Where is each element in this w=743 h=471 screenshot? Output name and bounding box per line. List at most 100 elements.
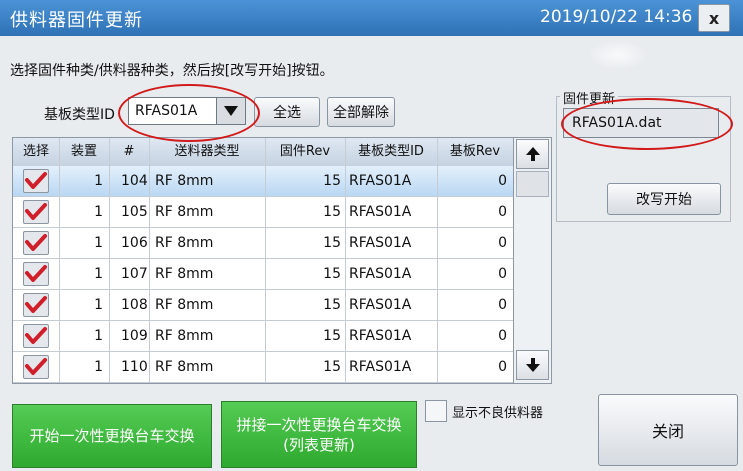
cell-device: 1 (94, 359, 103, 375)
cell-fw-rev: 15 (323, 359, 341, 375)
column-divider (109, 138, 110, 383)
column-header: 送料器类型 (174, 144, 240, 159)
scrollbar-thumb[interactable] (516, 171, 549, 197)
row-select-checkbox[interactable] (23, 200, 49, 224)
close-window-button[interactable]: x (698, 4, 730, 32)
column-header: 装置 (70, 144, 97, 159)
table-row[interactable]: 1 104 RF 8mm 15 RFAS01A 0 (13, 166, 513, 197)
cell-feeder-type: RF 8mm (155, 328, 214, 344)
checkmark-icon (25, 234, 47, 251)
table-row[interactable]: 1 107 RF 8mm 15 RFAS01A 0 (13, 259, 513, 290)
cell-num: 104 (121, 173, 148, 189)
firmware-update-label: 固件更新 (560, 88, 619, 107)
table-scrollbar[interactable] (513, 138, 551, 383)
cell-fw-rev: 15 (323, 204, 341, 220)
cell-num: 108 (121, 297, 148, 313)
board-type-value: RFAS01A (135, 103, 198, 119)
cell-device: 1 (94, 235, 103, 251)
cell-board-id: RFAS01A (349, 328, 412, 344)
splice-bulk-exchange-button[interactable]: 拼接一次性更换台车交换 (列表更新) (221, 401, 417, 468)
column-divider (345, 138, 346, 383)
column-divider (437, 138, 438, 383)
table-row[interactable]: 1 108 RF 8mm 15 RFAS01A 0 (13, 290, 513, 321)
show-bad-feeders-checkbox[interactable] (425, 400, 447, 422)
start-bulk-exchange-button[interactable]: 开始一次性更换台车交换 (12, 404, 212, 468)
cell-feeder-type: RF 8mm (155, 204, 214, 220)
feeder-table: 选择 装置 # 送料器类型 固件Rev 基板类型ID 基板Rev 1 104 RF … (12, 137, 552, 384)
checkmark-icon (25, 265, 47, 282)
cell-board-rev: 0 (498, 297, 507, 313)
row-select-checkbox[interactable] (23, 169, 49, 193)
checkmark-icon (25, 358, 47, 375)
cell-board-rev: 0 (498, 204, 507, 220)
table-row[interactable]: 1 109 RF 8mm 15 RFAS01A 0 (13, 321, 513, 352)
cell-board-id: RFAS01A (349, 173, 412, 189)
close-icon: x (708, 8, 720, 28)
cell-fw-rev: 15 (323, 266, 341, 282)
checkmark-icon (25, 203, 47, 220)
cell-board-rev: 0 (498, 328, 507, 344)
arrow-down-icon[interactable] (516, 350, 549, 380)
cell-feeder-type: RF 8mm (155, 359, 214, 375)
cell-feeder-type: RF 8mm (155, 297, 214, 313)
column-header: 固件Rev (279, 144, 331, 159)
cell-device: 1 (94, 173, 103, 189)
datetime-display: 2019/10/22 14:36 (540, 7, 693, 27)
column-header: 选择 (22, 144, 49, 159)
cell-feeder-type: RF 8mm (155, 235, 214, 251)
window-title: 供料器固件更新 (10, 10, 143, 31)
cell-device: 1 (94, 328, 103, 344)
triangle-down-icon[interactable] (216, 98, 245, 124)
column-divider (149, 138, 150, 383)
cell-device: 1 (94, 266, 103, 282)
instruction-text: 选择固件种类/供料器种类，然后按[改写开始]按钮。 (10, 63, 334, 79)
column-header: 基板Rev (449, 144, 501, 159)
table-row[interactable]: 1 105 RF 8mm 15 RFAS01A 0 (13, 197, 513, 228)
checkmark-icon (25, 296, 47, 313)
column-header: # (123, 144, 135, 159)
cell-fw-rev: 15 (323, 173, 341, 189)
column-header: 基板类型ID (358, 144, 424, 159)
cell-num: 105 (121, 204, 148, 220)
rewrite-start-button[interactable]: 改写开始 (607, 183, 721, 215)
row-select-checkbox[interactable] (23, 231, 49, 255)
cell-feeder-type: RF 8mm (155, 266, 214, 282)
row-select-checkbox[interactable] (23, 293, 49, 317)
cell-board-id: RFAS01A (349, 235, 412, 251)
table-header: 选择 装置 # 送料器类型 固件Rev 基板类型ID 基板Rev (13, 138, 513, 167)
cell-num: 107 (121, 266, 148, 282)
cell-board-id: RFAS01A (349, 297, 412, 313)
cell-fw-rev: 15 (323, 328, 341, 344)
cell-board-rev: 0 (498, 235, 507, 251)
board-type-label: 基板类型ID (44, 107, 115, 123)
row-select-checkbox[interactable] (23, 355, 49, 379)
title-bar: 供料器固件更新 2019/10/22 14:36 x (0, 0, 743, 36)
select-all-button[interactable]: 全选 (254, 97, 320, 127)
cell-num: 110 (121, 359, 148, 375)
cell-board-rev: 0 (498, 359, 507, 375)
table-row[interactable]: 1 106 RF 8mm 15 RFAS01A 0 (13, 228, 513, 259)
cell-fw-rev: 15 (323, 235, 341, 251)
close-button[interactable]: 关闭 (598, 394, 738, 466)
cell-num: 109 (121, 328, 148, 344)
cell-board-id: RFAS01A (349, 204, 412, 220)
show-bad-feeders-label: 显示不良供料器 (452, 406, 544, 421)
table-row[interactable]: 1 110 RF 8mm 15 RFAS01A 0 (13, 352, 513, 383)
cell-board-rev: 0 (498, 266, 507, 282)
cell-device: 1 (94, 204, 103, 220)
cell-board-id: RFAS01A (349, 359, 412, 375)
checkmark-icon (25, 172, 47, 189)
firmware-file-field[interactable]: RFAS01A.dat (563, 108, 719, 138)
deselect-all-button[interactable]: 全部解除 (327, 97, 395, 127)
board-type-select[interactable]: RFAS01A (128, 97, 246, 125)
column-divider (59, 138, 60, 383)
row-select-checkbox[interactable] (23, 262, 49, 286)
cell-board-id: RFAS01A (349, 266, 412, 282)
arrow-up-icon[interactable] (516, 139, 549, 169)
cell-board-rev: 0 (498, 173, 507, 189)
cell-device: 1 (94, 297, 103, 313)
column-divider (265, 138, 266, 383)
row-select-checkbox[interactable] (23, 324, 49, 348)
checkmark-icon (25, 327, 47, 344)
cell-fw-rev: 15 (323, 297, 341, 313)
